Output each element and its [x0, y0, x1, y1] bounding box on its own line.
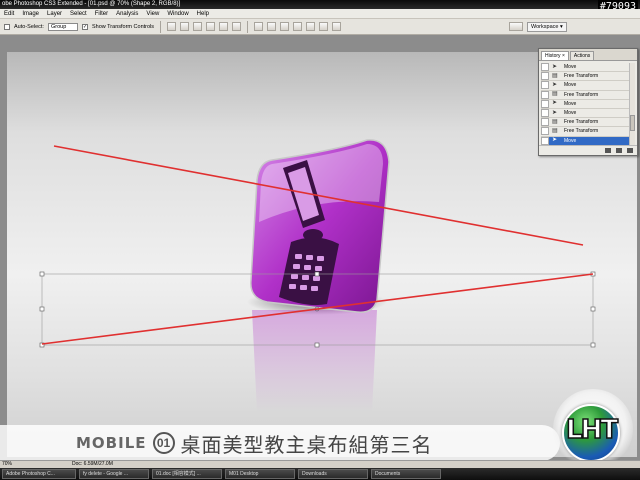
- transform-icon: ▤: [552, 72, 558, 79]
- history-list: ➤ Move ▤ Free Transform ➤ Move ▤ Free Transf…: [541, 63, 629, 146]
- auto-select-checkbox[interactable]: [4, 23, 10, 30]
- history-item[interactable]: ▤ Free Transform: [541, 127, 629, 137]
- scroll-thumb[interactable]: [630, 115, 635, 131]
- menu-bar: Edit Image Layer Select Filter Analysis …: [0, 9, 640, 19]
- distribute-bottom-icon[interactable]: [280, 22, 290, 31]
- align-bottom-icon[interactable]: [193, 22, 203, 31]
- snapshot-box[interactable]: [541, 81, 549, 90]
- distribute-hcenter-icon[interactable]: [306, 22, 316, 31]
- history-item-label: Move: [564, 64, 577, 71]
- snapshot-box[interactable]: [541, 72, 549, 81]
- taskbar-item-word[interactable]: 01.doc [相容模式] ...: [152, 469, 222, 479]
- history-item[interactable]: ➤ Move: [541, 81, 629, 91]
- menu-view[interactable]: View: [146, 11, 159, 17]
- taskbar-item-browser[interactable]: fy delete - Google ...: [79, 469, 149, 479]
- taskbar-item-photoshop[interactable]: Adobe Photoshop C...: [2, 469, 76, 479]
- history-item-label: Free Transform: [564, 73, 599, 80]
- taskbar-item-documents[interactable]: Documents: [371, 469, 441, 479]
- history-item[interactable]: ➤ Move: [541, 63, 629, 73]
- move-tool-icon: ➤: [552, 137, 558, 144]
- history-item-label: Move: [564, 82, 577, 89]
- move-tool-icon: ➤: [552, 100, 558, 107]
- menu-layer[interactable]: Layer: [47, 11, 62, 17]
- distribute-vcenter-icon[interactable]: [267, 22, 277, 31]
- snapshot-box[interactable]: [541, 136, 549, 145]
- taskbar: Adobe Photoshop C... fy delete - Google …: [0, 468, 640, 480]
- history-item-label: Move: [564, 110, 577, 117]
- move-tool-icon: ➤: [552, 81, 558, 88]
- snapshot-box[interactable]: [541, 118, 549, 127]
- history-panel: History × Actions ➤ Move ▤ Free Transform …: [538, 48, 638, 156]
- divider: [160, 20, 162, 33]
- status-bar: 70% Doc: 6.59M/27.0M: [0, 460, 640, 468]
- distribute-top-icon[interactable]: [254, 22, 264, 31]
- workspace-dropdown[interactable]: Workspace ▾: [527, 21, 567, 32]
- snapshot-box[interactable]: [541, 99, 549, 108]
- window-title: obe Photoshop CS3 Extended - [01.psd @ 7…: [2, 1, 181, 7]
- new-document-icon[interactable]: [605, 148, 611, 153]
- trash-icon[interactable]: [627, 148, 633, 153]
- history-item[interactable]: ▤ Free Transform: [541, 118, 629, 128]
- snapshot-box[interactable]: [541, 90, 549, 99]
- history-footer: [539, 145, 637, 155]
- distribute-right-icon[interactable]: [319, 22, 329, 31]
- history-item-label: Move: [564, 100, 577, 107]
- menu-edit[interactable]: Edit: [4, 11, 14, 17]
- banner-title: 桌面美型教主桌布組第三名: [180, 432, 433, 457]
- history-item-label: Free Transform: [564, 91, 599, 98]
- menu-window[interactable]: Window: [167, 11, 188, 17]
- align-top-icon[interactable]: [167, 22, 177, 31]
- distribute-left-icon[interactable]: [293, 22, 303, 31]
- zoom-level[interactable]: 70%: [2, 461, 12, 468]
- menu-analysis[interactable]: Analysis: [116, 11, 138, 17]
- menu-help[interactable]: Help: [197, 11, 209, 17]
- show-transform-label: Show Transform Controls: [91, 23, 155, 30]
- auto-select-dropdown[interactable]: Group: [47, 22, 78, 31]
- tab-actions[interactable]: Actions: [569, 51, 595, 60]
- lht-logo-text: LHT: [565, 414, 619, 446]
- taskbar-item-desktop[interactable]: M01 Desktop: [225, 469, 295, 479]
- history-item[interactable]: ▤ Free Transform: [541, 72, 629, 82]
- history-item-label: Free Transform: [564, 128, 599, 135]
- bridge-icon[interactable]: [509, 22, 524, 31]
- brand-banner: MOBILE 01 桌面美型教主桌布組第三名: [0, 425, 560, 461]
- tab-history[interactable]: History ×: [541, 51, 569, 60]
- taskbar-item-downloads[interactable]: Downloads: [298, 469, 368, 479]
- options-bar: Auto-Select: Group Show Transform Contro…: [0, 19, 640, 35]
- divider: [247, 20, 249, 33]
- align-vcenter-icon[interactable]: [180, 22, 190, 31]
- history-item[interactable]: ➤ Move: [541, 99, 629, 109]
- history-item[interactable]: ➤ Move: [541, 109, 629, 119]
- menu-filter[interactable]: Filter: [95, 11, 108, 17]
- history-scrollbar[interactable]: [629, 63, 635, 145]
- move-tool-icon: ➤: [552, 109, 558, 116]
- title-bar: obe Photoshop CS3 Extended - [01.psd @ 7…: [0, 0, 640, 9]
- history-item-label: Free Transform: [564, 119, 599, 126]
- snapshot-icon[interactable]: [616, 148, 622, 153]
- transform-icon: ▤: [552, 127, 558, 134]
- move-tool-icon: ➤: [552, 63, 558, 70]
- menu-image[interactable]: Image: [22, 11, 39, 17]
- auto-select-label: Auto-Select:: [14, 23, 44, 30]
- brand-badge: 01: [152, 432, 175, 454]
- snapshot-box[interactable]: [541, 127, 549, 136]
- menu-select[interactable]: Select: [70, 11, 87, 17]
- show-transform-checkbox[interactable]: [81, 23, 88, 30]
- doc-size: Doc: 6.59M/27.0M: [72, 461, 113, 467]
- history-item[interactable]: ▤ Free Transform: [541, 90, 629, 100]
- history-tabs: History × Actions: [539, 49, 637, 61]
- history-item-label: Move: [564, 137, 577, 144]
- transform-icon: ▤: [552, 118, 558, 125]
- icon-reflection: [252, 310, 377, 412]
- align-hcenter-icon[interactable]: [219, 22, 229, 31]
- snapshot-box[interactable]: [541, 63, 549, 72]
- snapshot-box[interactable]: [541, 109, 549, 118]
- auto-align-icon[interactable]: [332, 22, 342, 31]
- align-right-icon[interactable]: [232, 22, 242, 31]
- transform-icon: ▤: [552, 91, 558, 98]
- align-left-icon[interactable]: [206, 22, 216, 31]
- brand-mobile-text: MOBILE: [76, 434, 147, 452]
